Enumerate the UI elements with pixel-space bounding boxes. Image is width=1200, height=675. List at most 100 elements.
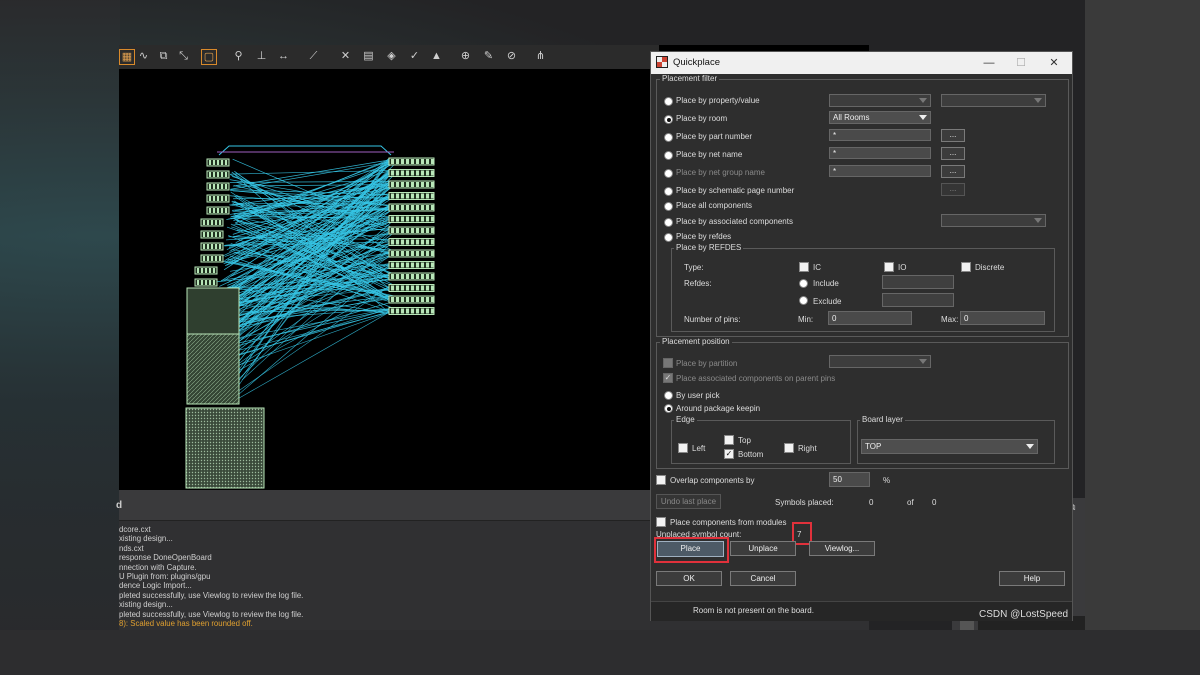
pin-pad — [421, 170, 424, 176]
help-button[interactable]: Help — [999, 571, 1065, 586]
pin-pad — [215, 232, 217, 237]
radio-by-user-pick[interactable] — [664, 391, 673, 400]
radio-place-all-components[interactable] — [664, 202, 673, 211]
pin-pad — [396, 159, 399, 164]
edge-bottom-checkbox[interactable]: ✓ — [724, 449, 734, 459]
route-icon[interactable]: ⤡ — [175, 48, 192, 65]
radio-place-by-associated[interactable] — [664, 218, 673, 227]
edge-left-checkbox[interactable] — [678, 443, 688, 453]
minimize-icon[interactable]: — — [976, 55, 1002, 71]
type-ic-checkbox[interactable] — [799, 262, 809, 272]
type-io-checkbox[interactable] — [884, 262, 894, 272]
warning-icon[interactable]: ▲ — [428, 48, 445, 65]
maximize-icon[interactable]: ☐ — [1008, 55, 1034, 71]
place-by-partition-checkbox[interactable] — [663, 358, 673, 368]
radio-include[interactable] — [799, 279, 808, 288]
pin-pad — [391, 205, 394, 210]
symbols-placed-label: Symbols placed: — [775, 498, 834, 507]
align-down-icon[interactable]: ⊥ — [253, 48, 270, 65]
pin-pad — [416, 308, 419, 314]
radio-place-by-part-number[interactable] — [664, 133, 673, 142]
pin-pad — [391, 308, 394, 314]
part-number-browse-button[interactable]: ... — [941, 129, 965, 142]
edit-via-icon[interactable]: ✎ — [480, 48, 497, 65]
value-dropdown[interactable] — [941, 94, 1046, 107]
pin-pad — [401, 297, 404, 302]
exclude-input[interactable] — [882, 293, 954, 307]
place-by-associated-label: Place by associated components — [676, 217, 793, 226]
book-icon[interactable]: ▤ — [360, 48, 377, 65]
pin-pad — [416, 274, 419, 279]
pin-pad — [211, 220, 213, 225]
min-pins-input[interactable]: 0 — [828, 311, 912, 325]
net-group-browse-button[interactable]: ... — [941, 165, 965, 178]
place-from-modules-checkbox[interactable] — [656, 517, 666, 527]
pin-pad — [391, 159, 394, 164]
waveform-icon[interactable]: ∿ — [135, 48, 152, 65]
unplace-button[interactable]: Unplace — [730, 541, 796, 556]
check-icon[interactable]: ✓ — [406, 48, 423, 65]
net-name-input[interactable]: * — [829, 147, 931, 159]
radio-exclude[interactable] — [799, 296, 808, 305]
edge-right-checkbox[interactable] — [784, 443, 794, 453]
zoom-icon[interactable]: ⚲ — [230, 48, 247, 65]
trace-icon[interactable]: ⟋ — [305, 48, 322, 65]
radio-place-by-net-name[interactable] — [664, 151, 673, 160]
pin-pad — [421, 308, 424, 314]
room-dropdown[interactable]: All Rooms — [829, 111, 931, 124]
partition-dropdown[interactable] — [829, 355, 931, 368]
grid-icon[interactable]: ▦ — [119, 49, 135, 65]
copy-icon[interactable]: ⧉ — [155, 48, 172, 65]
pin-pad — [207, 232, 209, 237]
pin-pad — [431, 193, 434, 199]
cancel-button[interactable]: Cancel — [730, 571, 796, 586]
pin-pad — [411, 228, 414, 233]
schematic-page-browse-button[interactable]: ... — [941, 183, 965, 196]
measure-icon[interactable]: ↔ — [275, 48, 292, 65]
radio-around-package-keepin[interactable] — [664, 404, 673, 413]
part-number-input[interactable]: * — [829, 129, 931, 141]
bga-footprint[interactable] — [185, 407, 265, 489]
radio-place-by-refdes[interactable] — [664, 233, 673, 242]
cube-icon[interactable]: ◈ — [383, 48, 400, 65]
overlap-input[interactable]: 50 — [829, 472, 870, 487]
net-group-input[interactable]: * — [829, 165, 931, 177]
remove-via-icon[interactable]: ⊘ — [503, 48, 520, 65]
square-icon[interactable]: ▢ — [201, 49, 217, 65]
property-dropdown[interactable] — [829, 94, 931, 107]
pin-pad — [406, 216, 409, 222]
pin-pad — [401, 274, 404, 279]
pin-pad — [396, 308, 399, 314]
net-name-browse-button[interactable]: ... — [941, 147, 965, 160]
pin-pad — [411, 193, 414, 199]
add-via-icon[interactable]: ⊕ — [457, 48, 474, 65]
overlap-checkbox[interactable] — [656, 475, 666, 485]
pin-pad — [209, 196, 211, 201]
delete-route-icon[interactable]: ✕ — [337, 48, 354, 65]
refdes-group-label: Place by REFDES — [674, 243, 744, 252]
pin-pad — [396, 285, 399, 291]
radio-place-by-net-group[interactable] — [664, 169, 673, 178]
component-footprint[interactable] — [186, 333, 240, 405]
close-icon[interactable]: ✕ — [1041, 55, 1067, 71]
associated-dropdown[interactable] — [941, 214, 1046, 227]
edge-top-checkbox[interactable] — [724, 435, 734, 445]
radio-place-by-schematic-page[interactable] — [664, 187, 673, 196]
radio-place-by-room[interactable] — [664, 115, 673, 124]
pin-pad — [426, 297, 429, 302]
type-discrete-checkbox[interactable] — [961, 262, 971, 272]
viewlog-button[interactable]: Viewlog... — [809, 541, 875, 556]
include-input[interactable] — [882, 275, 954, 289]
pin-pad — [213, 184, 215, 189]
ok-button[interactable]: OK — [656, 571, 722, 586]
radio-place-by-property[interactable] — [664, 97, 673, 106]
undo-last-place-button[interactable]: Undo last place — [656, 494, 721, 509]
fanout-icon[interactable]: ⋔ — [532, 48, 549, 65]
pin-pad — [401, 159, 404, 164]
pin-pad — [221, 208, 223, 213]
placement-filter-label: Placement filter — [660, 74, 720, 83]
max-pins-input[interactable]: 0 — [960, 311, 1045, 325]
pin-pad — [215, 256, 217, 261]
associated-parent-checkbox[interactable]: ✓ — [663, 373, 673, 383]
board-layer-dropdown[interactable]: TOP — [861, 439, 1038, 454]
